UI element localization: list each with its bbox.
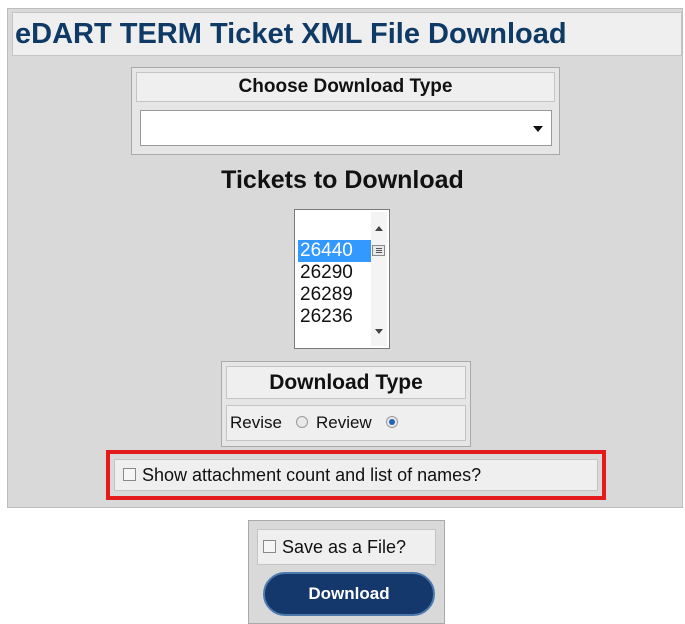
scroll-thumb[interactable] [372,245,385,256]
attachment-option-row: Show attachment count and list of names? [114,459,598,491]
radio-revise[interactable] [295,415,308,428]
choose-download-type-section: Choose Download Type [131,67,560,155]
save-as-file-row: Save as a File? [257,529,436,565]
save-as-file-checkbox[interactable] [263,539,276,553]
download-type-select[interactable] [140,110,552,146]
save-as-file-label: Save as a File? [282,537,407,557]
attachment-checkbox[interactable] [123,467,136,481]
radio-label-review: Review [315,413,372,432]
attachment-option-highlight: Show attachment count and list of names? [106,450,606,500]
tickets-listbox[interactable]: 26440 26290 26289 26236 [294,209,390,349]
attachment-checkbox-label: Show attachment count and list of names? [142,465,482,485]
download-type-header: Download Type [226,366,466,399]
ticket-item[interactable]: 26440 [298,240,372,262]
choose-download-type-header: Choose Download Type [136,72,555,102]
save-download-section: Save as a File? Download [248,520,445,624]
ticket-item[interactable]: 26236 [298,306,372,328]
scroll-down-arrow-icon[interactable] [375,329,383,334]
radio-review[interactable] [385,415,398,428]
download-type-options: Revise Review [226,405,466,441]
tickets-scrollbar[interactable] [371,212,387,346]
ticket-item[interactable]: 26289 [298,284,372,306]
ticket-item[interactable]: 26290 [298,262,372,284]
radio-label-revise: Revise [230,413,282,432]
download-button[interactable]: Download [263,572,435,616]
scroll-up-arrow-icon[interactable] [375,226,383,231]
page-title: eDART TERM Ticket XML File Download [12,12,682,56]
chevron-down-icon[interactable] [533,126,543,132]
tickets-to-download-header: Tickets to Download [221,166,464,194]
download-type-section: Download Type Revise Review [221,361,471,447]
